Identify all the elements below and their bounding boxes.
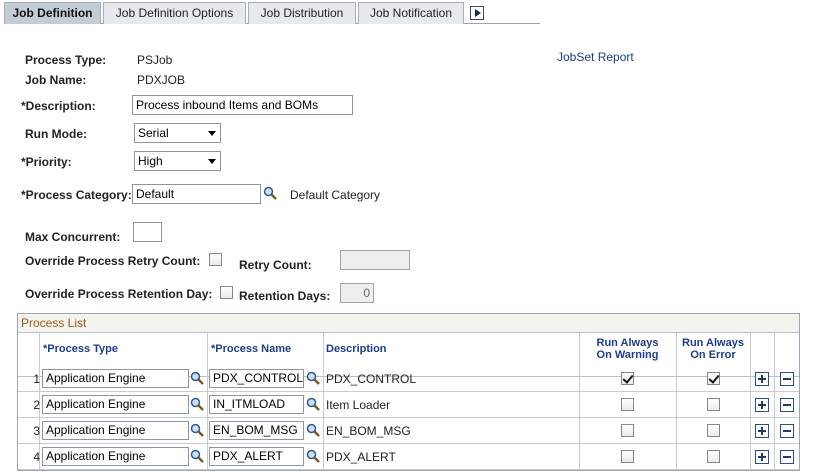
process-description: PDX_ALERT: [326, 450, 396, 464]
process-type-input[interactable]: Application Engine: [42, 369, 189, 388]
retention-days-label: Retention Days:: [239, 289, 331, 303]
run-mode-label: Run Mode:: [25, 127, 87, 141]
tab-job-definition[interactable]: Job Definition: [4, 2, 101, 24]
chevron-down-icon: [208, 131, 216, 136]
magnifier-icon[interactable]: [306, 449, 320, 463]
process-description: PDX_CONTROL: [326, 372, 417, 386]
header-process-type[interactable]: *Process Type: [43, 343, 118, 355]
add-row-plus-icon[interactable]: [755, 450, 769, 464]
header-description[interactable]: Description: [326, 343, 387, 355]
table-row: 1 Application Engine PDX_CONTROL PDX_CONTRO…: [18, 366, 799, 392]
job-name-label: Job Name:: [25, 73, 87, 87]
override-retention-checkbox[interactable]: [220, 286, 233, 299]
process-name-input[interactable]: EN_BOM_MSG: [209, 421, 304, 440]
process-description: Item Loader: [326, 398, 391, 412]
process-category-label: *Process Category:: [21, 188, 132, 202]
override-retry-checkbox[interactable]: [209, 253, 222, 266]
tab-job-definition-options[interactable]: Job Definition Options: [103, 2, 246, 24]
run-always-error-checkbox[interactable]: [707, 398, 720, 411]
process-category-description: Default Category: [290, 188, 381, 202]
process-name-input[interactable]: PDX_ALERT: [209, 447, 304, 466]
process-type-value: PSJob: [137, 53, 173, 67]
table-row: 2 Application Engine IN_ITMLOAD Item Loader: [18, 392, 799, 418]
retention-days-input[interactable]: 0: [340, 283, 374, 303]
tab-scroll-right-icon[interactable]: [470, 6, 484, 20]
process-type-input[interactable]: Application Engine: [42, 447, 189, 466]
retry-count-input[interactable]: [340, 250, 410, 270]
process-description: EN_BOM_MSG: [326, 424, 411, 438]
table-row: 3 Application Engine EN_BOM_MSG EN_BOM_MSG: [18, 418, 799, 444]
magnifier-icon[interactable]: [190, 371, 204, 385]
override-retention-label: Override Process Retention Day:: [25, 287, 213, 301]
header-run-always-warning[interactable]: Run Always On Warning: [579, 337, 676, 361]
delete-row-minus-icon[interactable]: [780, 424, 794, 438]
tab-job-distribution[interactable]: Job Distribution: [248, 2, 356, 24]
run-mode-select[interactable]: Serial: [134, 123, 221, 143]
header-run-always-warning-line2: On Warning: [596, 349, 659, 361]
process-name-input[interactable]: PDX_CONTROL: [209, 369, 304, 388]
magnifier-icon[interactable]: [263, 186, 277, 200]
magnifier-icon[interactable]: [306, 423, 320, 437]
job-name-value: PDXJOB: [137, 73, 186, 87]
magnifier-icon[interactable]: [190, 423, 204, 437]
row-number: 1: [33, 372, 40, 386]
priority-select[interactable]: High: [134, 151, 221, 171]
chevron-down-icon: [208, 159, 216, 164]
run-always-warning-checkbox[interactable]: [621, 398, 634, 411]
process-name-input[interactable]: IN_ITMLOAD: [209, 395, 304, 414]
process-type-input[interactable]: Application Engine: [42, 395, 189, 414]
add-row-plus-icon[interactable]: [755, 372, 769, 386]
max-concurrent-label: Max Concurrent:: [25, 230, 121, 244]
header-run-always-warning-line1: Run Always: [596, 337, 659, 349]
description-label: *Description:: [21, 99, 96, 113]
tab-job-notification[interactable]: Job Notification: [358, 2, 464, 24]
run-always-error-checkbox[interactable]: [707, 450, 720, 463]
add-row-plus-icon[interactable]: [755, 424, 769, 438]
override-retry-label: Override Process Retry Count:: [25, 254, 201, 268]
description-input[interactable]: Process inbound Items and BOMs: [132, 95, 353, 115]
process-type-input[interactable]: Application Engine: [42, 421, 189, 440]
run-always-warning-checkbox[interactable]: [621, 372, 634, 385]
run-always-warning-checkbox[interactable]: [621, 424, 634, 437]
delete-row-minus-icon[interactable]: [780, 372, 794, 386]
header-run-always-error-line1: Run Always: [682, 337, 744, 349]
run-always-error-checkbox[interactable]: [707, 372, 720, 385]
row-number: 3: [33, 424, 40, 438]
max-concurrent-input[interactable]: [133, 222, 162, 242]
priority-label: *Priority:: [21, 155, 72, 169]
row-number: 4: [33, 450, 40, 464]
add-row-plus-icon[interactable]: [755, 398, 769, 412]
priority-value: High: [138, 154, 163, 168]
retry-count-label: Retry Count:: [239, 258, 312, 272]
magnifier-icon[interactable]: [190, 449, 204, 463]
table-row: 4 Application Engine PDX_ALERT PDX_ALERT: [18, 444, 799, 470]
row-number: 2: [33, 398, 40, 412]
run-always-warning-checkbox[interactable]: [621, 450, 634, 463]
process-list-grid: Process List *Process Type *Process Name…: [17, 313, 800, 471]
header-run-always-error-line2: On Error: [690, 349, 736, 361]
magnifier-icon[interactable]: [306, 371, 320, 385]
delete-row-minus-icon[interactable]: [780, 450, 794, 464]
process-type-label: Process Type:: [25, 53, 107, 67]
process-category-input[interactable]: Default: [132, 184, 261, 204]
run-mode-value: Serial: [138, 126, 169, 140]
process-list-title: Process List: [18, 314, 799, 333]
header-run-always-error[interactable]: Run Always On Error: [676, 337, 750, 361]
header-process-name[interactable]: *Process Name: [211, 343, 291, 355]
delete-row-minus-icon[interactable]: [780, 398, 794, 412]
run-always-error-checkbox[interactable]: [707, 424, 720, 437]
jobset-report-link[interactable]: JobSet Report: [557, 50, 634, 64]
magnifier-icon[interactable]: [190, 397, 204, 411]
magnifier-icon[interactable]: [306, 397, 320, 411]
tab-bar: Job Definition Job Definition Options Jo…: [4, 2, 540, 24]
